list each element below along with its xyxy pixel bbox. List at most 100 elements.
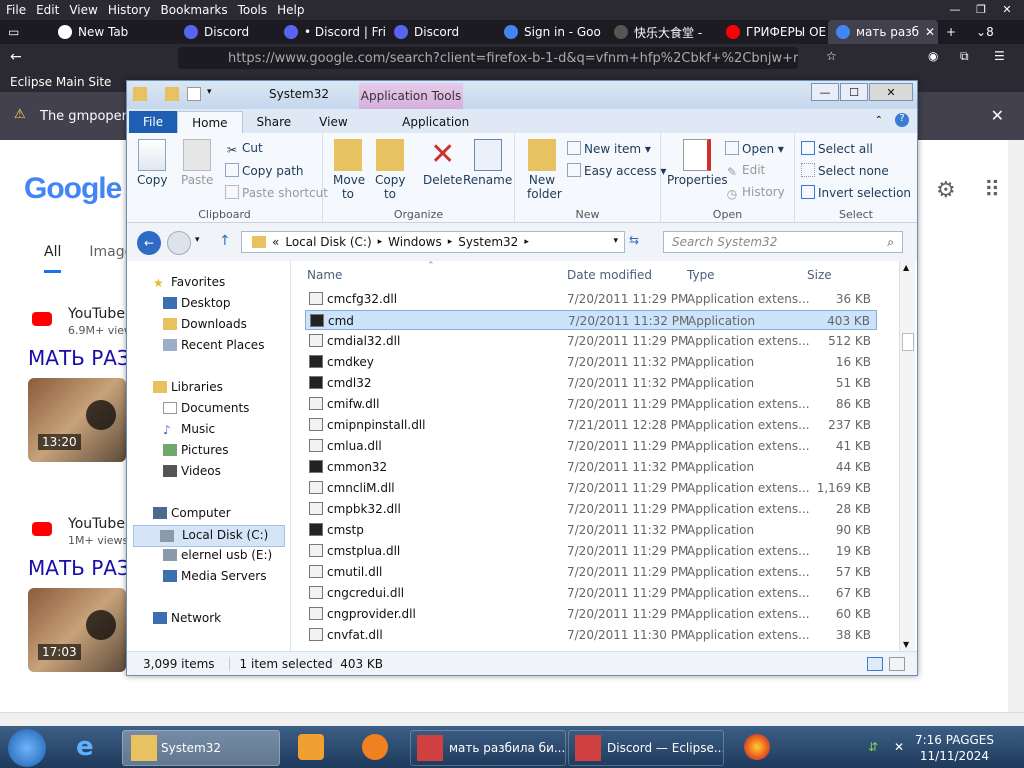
file-row[interactable]: cmstplua.dll 7/20/2011 11:29 PM Applicatio… xyxy=(305,541,877,561)
tab-chinese[interactable]: 快乐大食堂 - xyxy=(606,20,718,44)
file-row[interactable]: cmutil.dll 7/20/2011 11:29 PM Application … xyxy=(305,562,877,582)
file-row[interactable]: cmdial32.dll 7/20/2011 11:29 PM Applicatio… xyxy=(305,331,877,351)
nav-documents[interactable]: Documents xyxy=(163,401,249,415)
result-title[interactable]: МАТЬ РАЗ xyxy=(28,556,130,580)
page-vertical-scrollbar[interactable] xyxy=(1008,140,1024,712)
copy-to-button[interactable]: Copy to xyxy=(375,139,405,201)
ribbon-tab-share[interactable]: Share xyxy=(243,111,306,133)
nav-pictures[interactable]: Pictures xyxy=(163,443,229,457)
properties-button[interactable]: Properties xyxy=(667,139,728,187)
select-none-button[interactable]: Select none xyxy=(801,163,889,178)
tab-new-tab[interactable]: New Tab xyxy=(50,20,176,44)
copy-path-button[interactable]: Copy path xyxy=(225,163,304,178)
nav-local-disk[interactable]: Local Disk (C:) xyxy=(133,525,285,547)
paste-shortcut-button[interactable]: Paste shortcut xyxy=(225,185,328,200)
video-thumbnail[interactable]: 13:20 xyxy=(28,378,126,462)
recent-locations-arrow-icon[interactable]: ▾ xyxy=(195,235,200,245)
file-row[interactable]: cmdkey 7/20/2011 11:32 PM Application 16 KB xyxy=(305,352,877,372)
column-name[interactable]: Name xyxy=(307,268,342,282)
rename-button[interactable]: Rename xyxy=(463,139,512,187)
address-bar[interactable]: « Local Disk (C:) ▸ Windows ▸ System32 ▸ ▾ xyxy=(241,231,625,253)
new-folder-button[interactable]: New folder xyxy=(527,139,562,201)
minimize-icon[interactable]: — xyxy=(942,0,968,18)
file-row[interactable]: cmncliM.dll 7/20/2011 11:29 PM Application… xyxy=(305,478,877,498)
video-thumbnail[interactable]: 17:03 xyxy=(28,588,126,672)
breadcrumb-windows[interactable]: Windows xyxy=(388,235,442,249)
page-horizontal-scrollbar[interactable] xyxy=(0,712,1024,726)
cut-button[interactable]: ✂ Cut xyxy=(225,141,263,157)
nav-desktop[interactable]: Desktop xyxy=(163,296,231,310)
menu-help[interactable]: Help xyxy=(277,3,304,17)
menu-history[interactable]: History xyxy=(108,3,151,17)
breadcrumb-system32[interactable]: System32 xyxy=(458,235,518,249)
search-input[interactable]: Search System32 ⌕ xyxy=(663,231,903,253)
new-item-button[interactable]: New item ▾ xyxy=(567,141,651,156)
network-tray-icon[interactable]: ⇵ xyxy=(868,740,878,754)
edit-button[interactable]: ✎ Edit xyxy=(725,163,765,179)
open-button[interactable]: Open ▾ xyxy=(725,141,784,156)
minimize-icon[interactable]: — xyxy=(811,83,839,101)
search-icon[interactable]: ⌕ xyxy=(887,235,894,250)
notification-close-icon[interactable]: ✕ xyxy=(991,106,1004,125)
column-size[interactable]: Size xyxy=(807,268,832,282)
column-type[interactable]: Type xyxy=(687,268,715,282)
file-row[interactable]: cngprovider.dll 7/20/2011 11:29 PM Applica… xyxy=(305,604,877,624)
column-date-modified[interactable]: Date modified xyxy=(567,268,652,282)
menu-tools[interactable]: Tools xyxy=(238,3,268,17)
breadcrumb-local-disk[interactable]: Local Disk (C:) xyxy=(285,235,371,249)
maximize-icon[interactable]: ☐ xyxy=(840,83,868,101)
address-overflow[interactable]: « xyxy=(272,235,279,249)
settings-gear-icon[interactable]: ⚙ xyxy=(936,178,956,203)
bookmark-star-icon[interactable]: ☆ xyxy=(826,49,837,63)
explorer-titlebar[interactable]: ▾ System32 Application Tools — ☐ ✕ xyxy=(127,81,917,109)
tab-discord-1[interactable]: Discord xyxy=(176,20,276,44)
file-row[interactable]: cmmon32 7/20/2011 11:32 PM Application 44 K… xyxy=(305,457,877,477)
file-row[interactable]: cngcredui.dll 7/20/2011 11:29 PM Applicati… xyxy=(305,583,877,603)
nav-media-servers[interactable]: Media Servers xyxy=(163,569,266,583)
ribbon-tab-file[interactable]: File xyxy=(129,111,178,133)
tab-youtube[interactable]: ГРИФЕРЫ ОЕ xyxy=(718,20,828,44)
back-arrow-icon[interactable]: ← xyxy=(137,231,161,255)
file-row[interactable]: cmifw.dll 7/20/2011 11:29 PM Application e… xyxy=(305,394,877,414)
clock[interactable]: 7:16 PAGGES 11/11/2024 xyxy=(915,732,994,764)
easy-access-button[interactable]: Easy access ▾ xyxy=(567,163,666,178)
taskbar-system32[interactable]: System32 xyxy=(122,730,280,766)
nav-computer[interactable]: Computer xyxy=(153,506,231,520)
scroll-down-icon[interactable]: ▼ xyxy=(903,640,909,649)
tab-google-search[interactable]: мать разб ✕ xyxy=(828,20,938,44)
internet-explorer-icon[interactable]: e xyxy=(76,734,102,760)
select-all-button[interactable]: Select all xyxy=(801,141,873,156)
scroll-up-icon[interactable]: ▲ xyxy=(903,263,909,272)
result-title[interactable]: МАТЬ РАЗ xyxy=(28,346,130,370)
scrollbar-thumb[interactable] xyxy=(902,333,914,351)
menu-edit[interactable]: Edit xyxy=(36,3,59,17)
menu-bookmarks[interactable]: Bookmarks xyxy=(161,3,228,17)
file-row[interactable]: cmd 7/20/2011 11:32 PM Application 403 KB xyxy=(305,310,877,330)
chevron-right-icon[interactable]: ▸ xyxy=(524,237,529,247)
delete-button[interactable]: ✕ Delete xyxy=(423,139,462,188)
large-icons-view-icon[interactable] xyxy=(889,657,905,671)
file-row[interactable]: cmpbk32.dll 7/20/2011 11:29 PM Application… xyxy=(305,499,877,519)
extensions-icon[interactable]: ⧉ xyxy=(960,49,969,64)
address-dropdown-icon[interactable]: ▾ xyxy=(613,236,618,246)
ribbon-collapse-icon[interactable]: ⌃ xyxy=(875,115,883,126)
forward-arrow-icon[interactable] xyxy=(167,231,191,255)
taskbar-discord-eclipse[interactable]: Discord — Eclipse... xyxy=(568,730,724,766)
ribbon-tab-view[interactable]: View xyxy=(305,111,361,133)
google-logo[interactable]: Google xyxy=(24,172,122,206)
volume-muted-icon[interactable]: ✕ xyxy=(894,740,904,754)
chevron-right-icon[interactable]: ▸ xyxy=(378,237,383,247)
tab-close-icon[interactable]: ✕ xyxy=(925,25,935,39)
tab-list-button[interactable]: ⌄ 8 xyxy=(968,20,1004,44)
paste-button[interactable]: Paste xyxy=(181,139,213,187)
close-icon[interactable]: ✕ xyxy=(994,0,1020,18)
history-button[interactable]: ◷ History xyxy=(725,185,785,201)
file-row[interactable]: cmipnpinstall.dll 7/21/2011 12:28 PM Appli… xyxy=(305,415,877,435)
apps-grid-icon[interactable]: ⠿ xyxy=(984,178,1000,203)
ribbon-tab-application[interactable]: Application xyxy=(384,111,488,133)
tab-discord-3[interactable]: Discord xyxy=(386,20,496,44)
nav-music[interactable]: ♪ Music xyxy=(163,422,215,437)
media-player-icon[interactable] xyxy=(298,734,324,760)
properties-quick-icon[interactable] xyxy=(187,87,201,101)
hamburger-menu-icon[interactable]: ☰ xyxy=(994,49,1005,63)
